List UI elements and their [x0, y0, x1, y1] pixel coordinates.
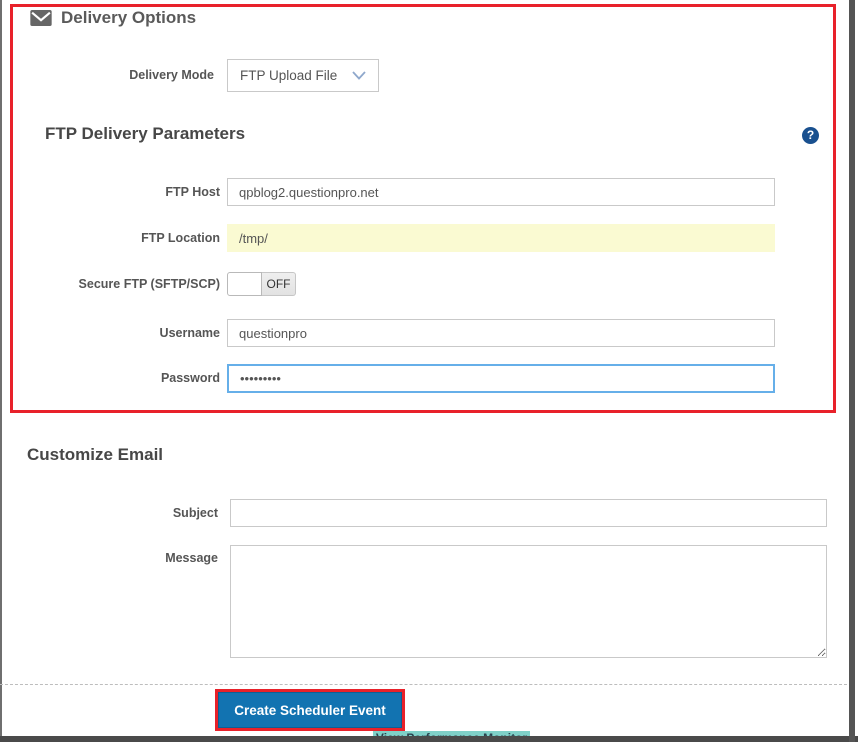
- delivery-mode-select[interactable]: FTP Upload File: [227, 59, 379, 92]
- delivery-mode-selected-value: FTP Upload File: [240, 68, 338, 83]
- chevron-down-icon: [352, 67, 366, 85]
- toggle-knob[interactable]: [227, 272, 262, 296]
- ftp-parameters-title: FTP Delivery Parameters: [45, 124, 246, 143]
- ftp-location-label: FTP Location: [141, 231, 220, 245]
- delivery-mode-label: Delivery Mode: [129, 68, 214, 82]
- username-label: Username: [159, 326, 220, 340]
- subject-input[interactable]: [230, 499, 827, 527]
- secure-ftp-toggle[interactable]: OFF: [227, 272, 296, 296]
- password-label: Password: [160, 371, 220, 385]
- customize-email-title: Customize Email: [27, 445, 164, 464]
- footer-divider: [0, 684, 847, 685]
- ftp-host-label: FTP Host: [165, 185, 220, 199]
- create-scheduler-event-button[interactable]: Create Scheduler Event: [218, 692, 402, 728]
- delivery-options-title: Delivery Options: [61, 8, 197, 27]
- subject-label: Subject: [172, 506, 218, 520]
- vertical-scrollbar[interactable]: [849, 0, 855, 742]
- ftp-host-input[interactable]: [227, 178, 775, 206]
- toggle-state-label: OFF: [262, 272, 296, 296]
- envelope-icon: [30, 10, 52, 26]
- help-icon[interactable]: ?: [802, 127, 819, 144]
- username-input[interactable]: [227, 319, 775, 347]
- page-left-border: [0, 0, 2, 742]
- ftp-location-input[interactable]: [227, 224, 775, 252]
- secure-ftp-label: Secure FTP (SFTP/SCP): [78, 277, 220, 291]
- page-bottom-border: [0, 736, 858, 742]
- password-input[interactable]: [227, 364, 775, 393]
- annotation-red-box-create-button: Create Scheduler Event: [215, 689, 405, 731]
- message-textarea[interactable]: [230, 545, 827, 658]
- delivery-options-header: Delivery Options: [30, 8, 196, 28]
- message-label: Message: [165, 551, 218, 565]
